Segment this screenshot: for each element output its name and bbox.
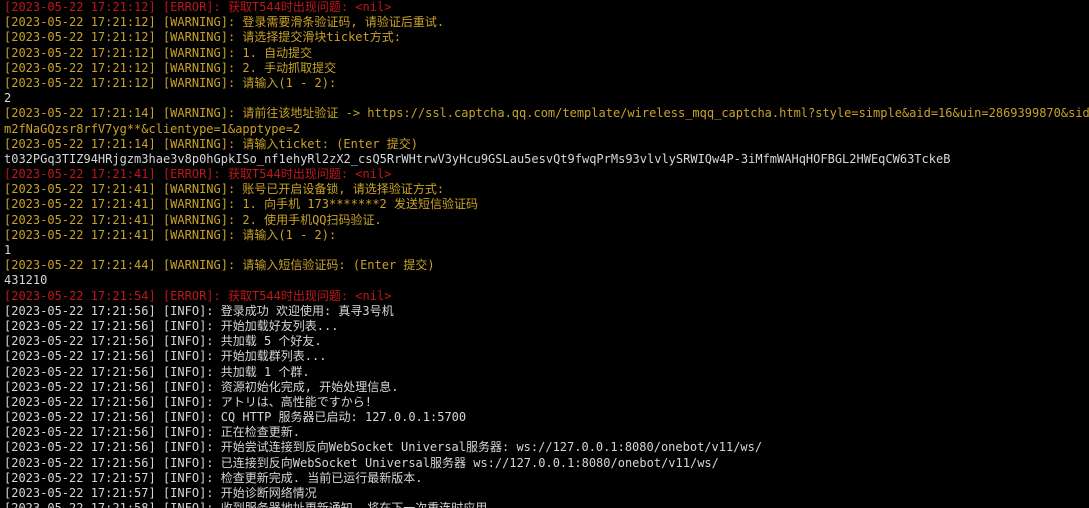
log-line-warning: [2023-05-22 17:21:12] [WARNING]: 请选择提交滑块… (4, 30, 401, 45)
log-line-input: 2 (4, 91, 12, 106)
log-line-info: [2023-05-22 17:21:56] [INFO]: アトリは、高性能です… (4, 394, 372, 409)
log-line-error: [2023-05-22 17:21:12] [ERROR]: 获取T544时出现… (4, 0, 392, 14)
log-line-warning: [2023-05-22 17:21:41] [WARNING]: 1. 向手机 … (4, 197, 479, 212)
log-line-error: [2023-05-22 17:21:54] [ERROR]: 获取T544时出现… (4, 288, 392, 303)
log-line-warning: [2023-05-22 17:21:41] [WARNING]: 账号已开启设备… (4, 182, 445, 197)
log-line-warning: [2023-05-22 17:21:14] [WARNING]: 请输入tick… (4, 136, 419, 151)
log-line-warning: [2023-05-22 17:21:41] [WARNING]: 请输入(1 -… (4, 227, 337, 242)
log-line-info: [2023-05-22 17:21:56] [INFO]: 已连接到反向WebS… (4, 455, 719, 470)
log-line-info: [2023-05-22 17:21:56] [INFO]: 共加载 5 个好友. (4, 334, 322, 349)
log-line-info: [2023-05-22 17:21:56] [INFO]: 资源初始化完成, 开… (4, 379, 399, 394)
log-line-info: [2023-05-22 17:21:58] [INFO]: 收到服务器地址更新通… (4, 501, 1089, 508)
log-line-info: [2023-05-22 17:21:56] [INFO]: 共加载 1 个群. (4, 364, 310, 379)
log-line-warning: [2023-05-22 17:21:12] [WARNING]: 登录需要滑条验… (4, 15, 445, 30)
log-line-info: [2023-05-22 17:21:56] [INFO]: 开始加载好友列表..… (4, 318, 339, 333)
log-line-warning: [2023-05-22 17:21:44] [WARNING]: 请输入短信验证… (4, 258, 435, 273)
log-line-info: [2023-05-22 17:21:56] [INFO]: 开始尝试连接到反向W… (4, 440, 763, 455)
log-line-warning: [2023-05-22 17:21:12] [WARNING]: 请输入(1 -… (4, 75, 337, 90)
log-line-input: 1 (4, 243, 12, 257)
log-line-warning: [2023-05-22 17:21:41] [WARNING]: 2. 使用手机… (4, 212, 382, 227)
log-line-warning: [2023-05-22 17:21:14] [WARNING]: 请前往该地址验… (4, 106, 1089, 121)
log-line-info: [2023-05-22 17:21:56] [INFO]: CQ HTTP 服务… (4, 410, 467, 425)
log-line-info: [2023-05-22 17:21:57] [INFO]: 检查更新完成. 当前… (4, 470, 423, 485)
log-line-info: [2023-05-22 17:21:56] [INFO]: 登录成功 欢迎使用:… (4, 303, 394, 318)
terminal-output[interactable]: [2023-05-22 17:21:12] [ERROR]: 获取T544时出现… (0, 0, 1089, 508)
log-line-warning: [2023-05-22 17:21:12] [WARNING]: 1. 自动提交 (4, 45, 313, 60)
log-line-warning: m2fNaGQzsr8rfV7yg**&clientype=1&apptype=… (4, 121, 301, 136)
log-line-info: [2023-05-22 17:21:56] [INFO]: 开始加载群列表... (4, 349, 327, 364)
log-line-info: [2023-05-22 17:21:57] [INFO]: 开始诊断网络情况 (4, 486, 317, 500)
log-line-warning: [2023-05-22 17:21:12] [WARNING]: 2. 手动抓取… (4, 60, 337, 75)
log-line-info: [2023-05-22 17:21:56] [INFO]: 正在检查更新. (4, 425, 300, 440)
log-line-input: 431210 (4, 273, 48, 288)
log-line-error: [2023-05-22 17:21:41] [ERROR]: 获取T544时出现… (4, 167, 392, 182)
log-line-input: t032PGq3TIZ94HRjgzm3hae3v8p0hGpkISo_nf1e… (4, 151, 951, 166)
